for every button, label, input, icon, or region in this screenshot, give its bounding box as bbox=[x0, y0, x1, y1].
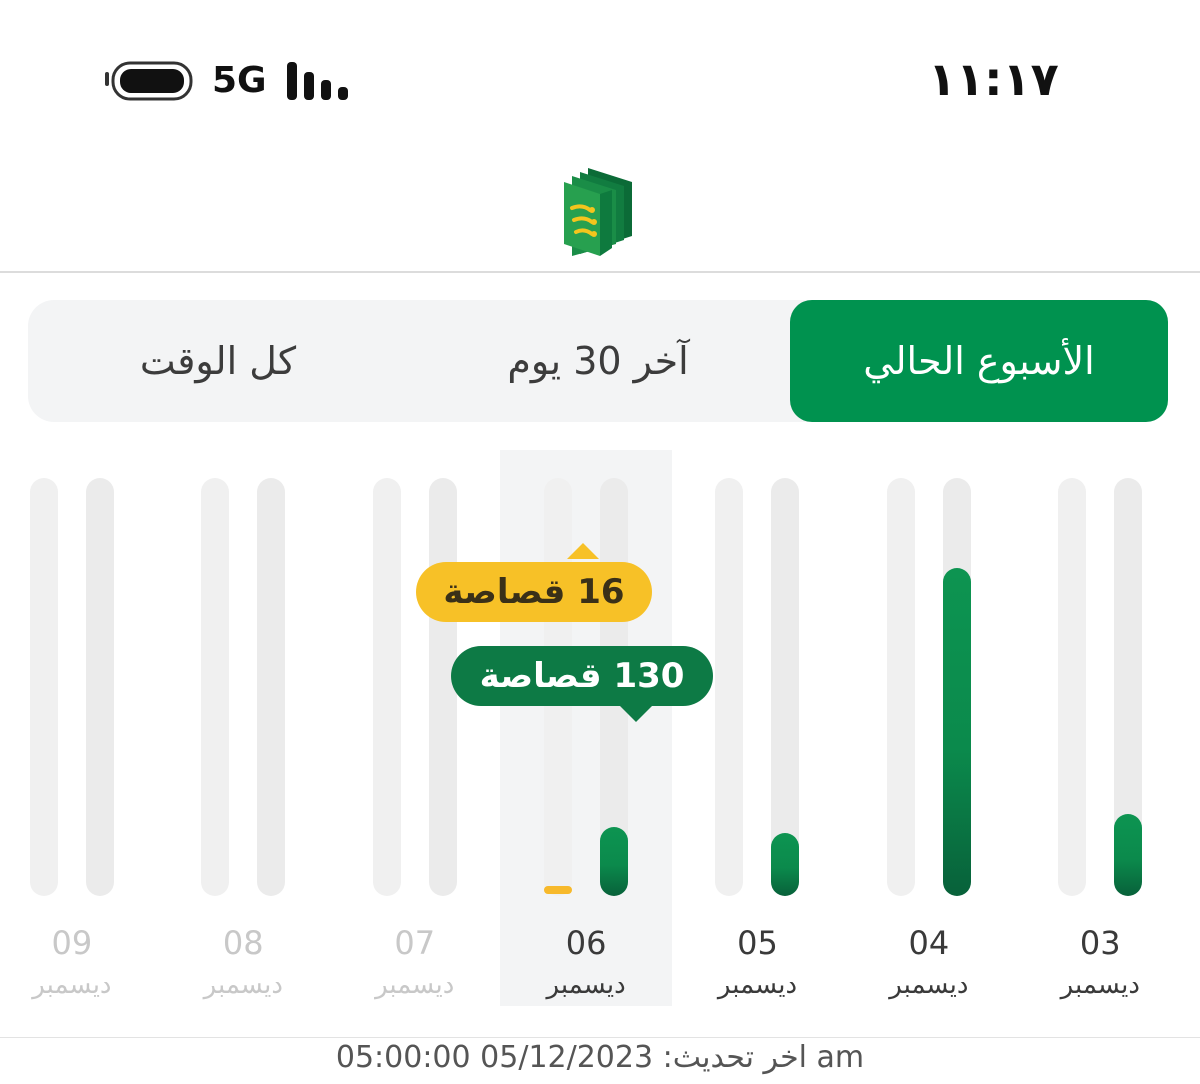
day-column-07[interactable]: 07 ديسمبر bbox=[329, 450, 500, 1006]
last-updated-label: اخر تحديث: 05/12/2023 05:00:00 am bbox=[335, 1040, 865, 1075]
day-number-label: 05 bbox=[737, 924, 778, 962]
day-column-04[interactable]: 04 ديسمبر bbox=[843, 450, 1014, 1006]
green-bar bbox=[771, 832, 800, 896]
tooltip-green-arrow bbox=[620, 706, 652, 722]
tooltip-yellow-arrow bbox=[567, 543, 599, 559]
bank-logo-icon bbox=[564, 168, 632, 256]
status-time: ١١:١٧ bbox=[928, 52, 1059, 106]
period-tabs: كل الوقت آخر 30 يوم الأسبوع الحالي bbox=[28, 300, 1168, 422]
header-divider bbox=[0, 271, 1200, 273]
yellow-bar bbox=[544, 886, 573, 894]
weekly-chart: 03 ديسمبر 04 ديسمبر 05 ديسمبر 06 ديسمبر 07 ديسمبر… bbox=[0, 440, 1200, 1040]
yellow-track bbox=[29, 478, 58, 896]
yellow-track bbox=[715, 478, 744, 896]
tooltip-yellow-count: 16 قصاصة bbox=[416, 562, 652, 622]
footer-divider bbox=[0, 1037, 1200, 1038]
green-bar bbox=[600, 827, 629, 896]
day-column-05[interactable]: 05 ديسمبر bbox=[672, 450, 843, 1006]
green-track bbox=[257, 478, 286, 896]
day-number-label: 03 bbox=[1079, 924, 1121, 962]
day-number-label: 07 bbox=[394, 924, 436, 962]
yellow-track bbox=[201, 478, 230, 896]
day-month-label: ديسمبر bbox=[546, 970, 626, 1000]
signal-bars-icon bbox=[287, 62, 348, 100]
day-number-label: 09 bbox=[51, 924, 93, 962]
day-number-label: 08 bbox=[222, 924, 264, 962]
day-month-label: ديسمبر bbox=[1060, 970, 1140, 1000]
green-track bbox=[85, 478, 114, 896]
day-column-09[interactable]: 09 ديسمبر bbox=[0, 450, 158, 1006]
day-number-label: 04 bbox=[908, 924, 950, 962]
tab-last-30-days[interactable]: آخر 30 يوم bbox=[408, 300, 788, 422]
battery-icon bbox=[105, 61, 193, 101]
green-bar bbox=[942, 567, 971, 896]
day-month-label: ديسمبر bbox=[375, 970, 455, 1000]
day-column-08[interactable]: 08 ديسمبر bbox=[158, 450, 329, 1006]
day-month-label: ديسمبر bbox=[203, 970, 283, 1000]
tab-all-time[interactable]: كل الوقت bbox=[28, 300, 408, 422]
day-column-06[interactable]: 06 ديسمبر bbox=[500, 450, 672, 1006]
yellow-track bbox=[886, 478, 915, 896]
tooltip-green-count: 130 قصاصة bbox=[451, 646, 713, 706]
network-type-label: 5G bbox=[212, 60, 267, 101]
tab-current-week[interactable]: الأسبوع الحالي bbox=[790, 300, 1168, 422]
green-bar bbox=[1114, 813, 1143, 896]
day-month-label: ديسمبر bbox=[889, 970, 969, 1000]
day-month-label: ديسمبر bbox=[717, 970, 798, 1000]
day-column-03[interactable]: 03 ديسمبر bbox=[1015, 450, 1186, 1006]
day-number-label: 06 bbox=[565, 924, 607, 962]
day-month-label: ديسمبر bbox=[32, 970, 112, 1000]
yellow-track bbox=[372, 478, 401, 896]
yellow-track bbox=[1058, 478, 1087, 896]
